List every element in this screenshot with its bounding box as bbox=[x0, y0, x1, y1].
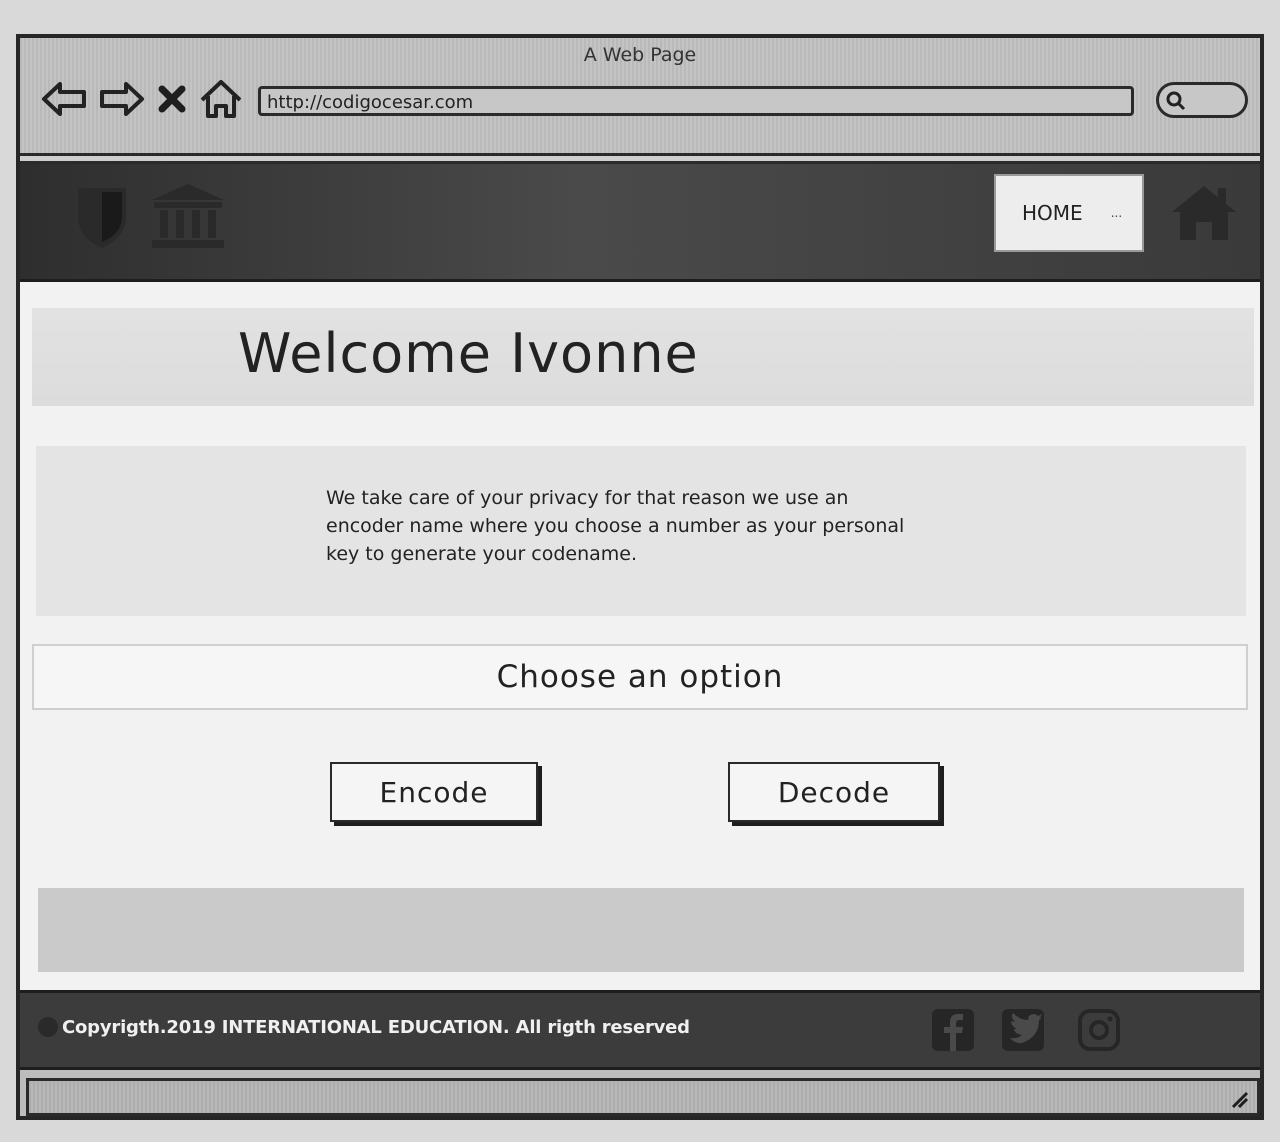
window-title: A Web Page bbox=[583, 44, 697, 66]
browser-chrome: A Web Page http://codigocesar.com bbox=[20, 38, 1260, 156]
privacy-text: We take care of your privacy for that re… bbox=[326, 487, 905, 565]
search-icon bbox=[1166, 91, 1186, 111]
content-footer-band bbox=[38, 888, 1244, 972]
home-icon[interactable] bbox=[196, 74, 246, 124]
choose-option-label: Choose an option bbox=[496, 659, 784, 695]
main-content: Welcome Ivonne We take care of your priv… bbox=[20, 282, 1260, 990]
house-icon[interactable] bbox=[1168, 182, 1240, 242]
forward-arrow-icon[interactable] bbox=[96, 74, 146, 124]
status-bar bbox=[26, 1078, 1260, 1116]
nav-home-label: HOME bbox=[1022, 201, 1083, 225]
resize-grip-icon[interactable] bbox=[1227, 1087, 1249, 1109]
toolbar-divider bbox=[20, 156, 1260, 164]
page-title: Welcome Ivonne bbox=[238, 322, 699, 385]
bank-icon bbox=[152, 184, 224, 248]
nav-more: ... bbox=[1110, 206, 1123, 220]
twitter-icon[interactable] bbox=[1000, 1007, 1046, 1053]
search-field[interactable] bbox=[1156, 82, 1248, 118]
browser-window: A Web Page http://codigocesar.com HOME .… bbox=[16, 34, 1264, 1120]
copyright-icon bbox=[38, 1017, 58, 1037]
site-header: HOME ... bbox=[20, 164, 1260, 282]
decode-button[interactable]: Decode bbox=[728, 762, 940, 822]
copyright-text: Copyrigth.2019 INTERNATIONAL EDUCATION. … bbox=[62, 1017, 690, 1038]
facebook-icon[interactable] bbox=[930, 1007, 976, 1053]
close-icon[interactable] bbox=[152, 74, 192, 124]
site-footer: Copyrigth.2019 INTERNATIONAL EDUCATION. … bbox=[20, 990, 1260, 1070]
instagram-icon[interactable] bbox=[1076, 1007, 1122, 1053]
encode-button[interactable]: Encode bbox=[330, 762, 538, 822]
back-arrow-icon[interactable] bbox=[40, 74, 90, 124]
address-bar[interactable]: http://codigocesar.com bbox=[258, 86, 1134, 116]
shield-icon bbox=[78, 188, 126, 248]
choose-option-bar: Choose an option bbox=[32, 644, 1248, 710]
nav-home-tab[interactable]: HOME ... bbox=[994, 174, 1144, 252]
